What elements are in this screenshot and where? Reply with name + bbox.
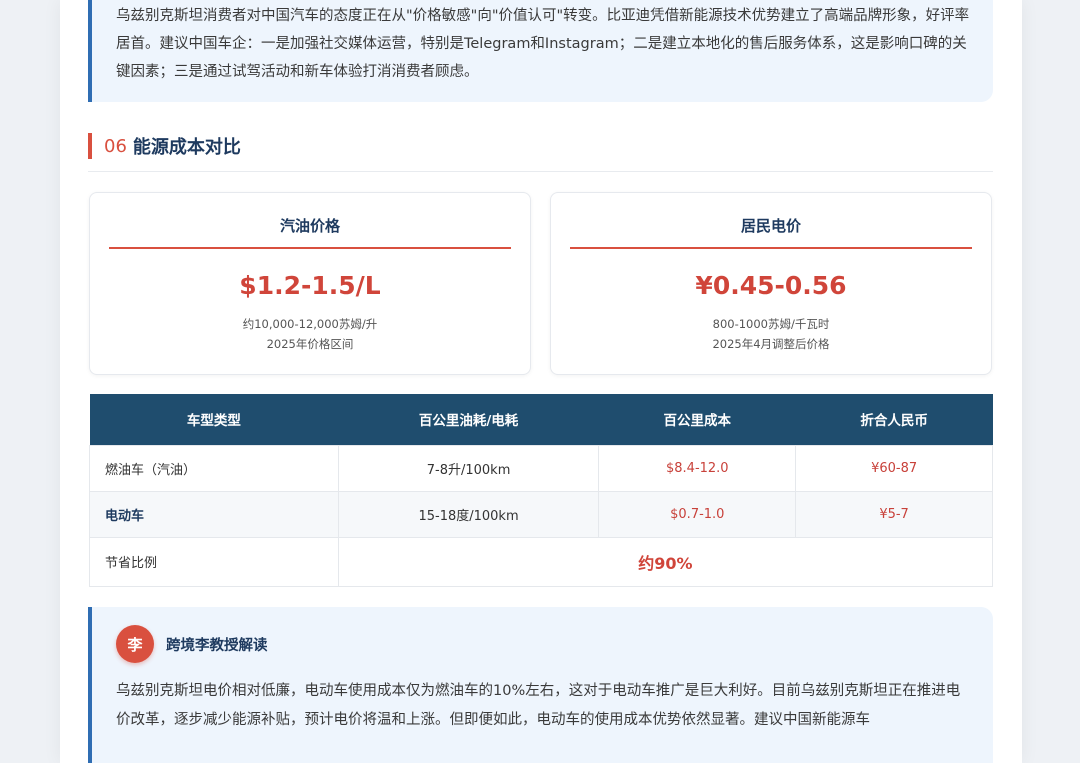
card-note: 800-1000苏姆/千瓦时 [712, 317, 830, 331]
commentator-name: 跨境李教授解读 [166, 637, 268, 654]
table-cell: 燃油车（汽油） [89, 444, 339, 492]
section-number: 06 [104, 135, 127, 157]
avatar: 李 [116, 625, 154, 663]
table-row: 节省比例 约90% [89, 536, 994, 587]
section-heading: 06 能源成本对比 [88, 133, 241, 159]
saving-value: 约90% [337, 536, 994, 587]
gasoline-price-card: 汽油价格 $1.2-1.5/L 约10,000-12,000苏姆/升 2025年… [89, 192, 531, 375]
electricity-price-card: 居民电价 ¥0.45-0.56 800-1000苏姆/千瓦时 2025年4月调整… [550, 192, 992, 375]
table-cell: 15-18度/100km [337, 490, 600, 538]
card-title: 居民电价 [570, 215, 972, 249]
card-title: 汽油价格 [109, 215, 511, 249]
table-cell: ¥60-87 [795, 444, 993, 492]
card-value: ¥0.45-0.56 [695, 271, 847, 300]
section-divider [88, 171, 993, 172]
card-note: 2025年4月调整后价格 [712, 337, 830, 351]
energy-cost-table: 车型类型 百公里油耗/电耗 百公里成本 折合人民币 燃油车（汽油） 7-8升/1… [89, 394, 994, 587]
card-note: 2025年价格区间 [266, 337, 354, 351]
table-cell: 7-8升/100km [337, 444, 600, 492]
table-cell: ¥5-7 [795, 490, 993, 538]
table-cell: 电动车 [89, 490, 339, 538]
table-row: 燃油车（汽油） 7-8升/100km $8.4-12.0 ¥60-87 [89, 444, 993, 492]
intro-quote-text: 乌兹别克斯坦消费者对中国汽车的态度正在从"价格敏感"向"价值认可"转变。比亚迪凭… [116, 8, 970, 80]
column-header: 百公里成本 [598, 394, 796, 445]
column-header: 车型类型 [89, 394, 339, 445]
saving-label: 节省比例 [89, 536, 339, 587]
column-header: 折合人民币 [795, 394, 993, 445]
professor-commentary-box: 李 跨境李教授解读 乌兹别克斯坦电价相对低廉，电动车使用成本仅为燃油车的10%左… [88, 607, 993, 763]
table-row: 电动车 15-18度/100km $0.7-1.0 ¥5-7 [89, 490, 993, 538]
table-cell: $0.7-1.0 [598, 490, 797, 538]
card-note: 约10,000-12,000苏姆/升 [242, 317, 378, 331]
intro-quote-box: 乌兹别克斯坦消费者对中国汽车的态度正在从"价格敏感"向"价值认可"转变。比亚迪凭… [88, 0, 993, 102]
article-page: 乌兹别克斯坦消费者对中国汽车的态度正在从"价格敏感"向"价值认可"转变。比亚迪凭… [60, 0, 1022, 763]
column-header: 百公里油耗/电耗 [338, 394, 599, 445]
card-value: $1.2-1.5/L [239, 271, 381, 300]
table-cell: $8.4-12.0 [598, 444, 797, 492]
table-header-row: 车型类型 百公里油耗/电耗 百公里成本 折合人民币 [89, 394, 993, 445]
section-title: 能源成本对比 [132, 137, 241, 158]
commentary-text: 乌兹别克斯坦电价相对低廉，电动车使用成本仅为燃油车的10%左右，这对于电动车推广… [116, 683, 961, 728]
